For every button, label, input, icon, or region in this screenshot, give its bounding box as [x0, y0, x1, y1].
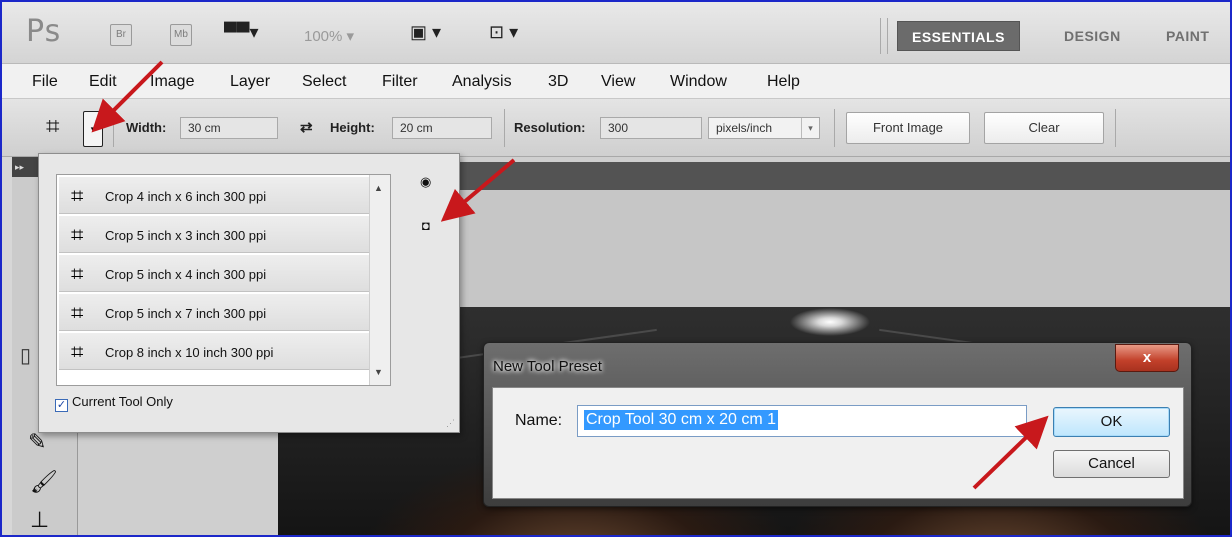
screenshot-frame: Ps Br Mb ▀▀▾ 100% ▾ ▣ ▾ ⊡ ▾ ESSENTIALS D… — [0, 0, 1232, 537]
brush-tool-icon[interactable]: 🖌 — [30, 469, 58, 495]
ok-button[interactable]: OK — [1053, 407, 1170, 437]
cancel-button[interactable]: Cancel — [1053, 450, 1170, 478]
close-button[interactable]: x — [1115, 344, 1179, 372]
zoom-level-value: 100% — [304, 28, 343, 45]
width-label: Width: — [126, 120, 167, 135]
tool-preset-picker-button[interactable]: ▾ — [83, 111, 103, 147]
workspace-design-button[interactable]: DESIGN — [1050, 21, 1135, 51]
chevron-down-icon: ▾ — [801, 118, 819, 138]
list-item[interactable]: ⌗ Crop 8 inch x 10 inch 300 ppi — [59, 333, 369, 370]
menu-image[interactable]: Image — [150, 73, 194, 91]
menu-layer[interactable]: Layer — [230, 73, 270, 91]
clone-stamp-icon[interactable]: ⊥ — [30, 507, 49, 533]
width-input[interactable]: 30 cm — [180, 117, 278, 139]
resolution-unit-value: pixels/inch — [716, 121, 773, 135]
workspace-essentials-button[interactable]: ESSENTIALS — [897, 21, 1020, 51]
menu-bar: File Edit Image Layer Select Filter Anal… — [2, 64, 1230, 99]
dialog-title: New Tool Preset — [493, 358, 602, 375]
resolution-unit-select[interactable]: pixels/inch ▾ — [708, 117, 820, 139]
resolution-input[interactable]: 300 — [600, 117, 702, 139]
menu-select[interactable]: Select — [302, 73, 346, 91]
resolution-label: Resolution: — [514, 120, 586, 135]
menu-file[interactable]: File — [32, 73, 58, 91]
list-item[interactable]: ⌗ Crop 5 inch x 3 inch 300 ppi — [59, 216, 369, 253]
clear-button[interactable]: Clear — [984, 112, 1104, 144]
preset-label: Crop 5 inch x 7 inch 300 ppi — [105, 306, 267, 321]
menu-3d[interactable]: 3D — [548, 73, 568, 91]
photoshop-logo: Ps — [26, 14, 62, 49]
current-tool-only-checkbox[interactable]: ✓ Current Tool Only — [55, 394, 173, 412]
new-preset-icon[interactable]: ◘ — [422, 218, 430, 233]
list-item[interactable]: ⌗ Crop 5 inch x 7 inch 300 ppi — [59, 294, 369, 331]
options-divider — [113, 109, 114, 147]
zoom-level-select[interactable]: 100% ▾ — [304, 27, 354, 45]
menu-window[interactable]: Window — [670, 73, 727, 91]
workspace-paint-button[interactable]: PAINT — [1152, 21, 1223, 51]
menu-help[interactable]: Help — [767, 73, 800, 91]
options-divider — [834, 109, 835, 147]
scroll-down-icon[interactable]: ▼ — [374, 367, 383, 377]
menu-edit[interactable]: Edit — [89, 73, 117, 91]
front-image-button[interactable]: Front Image — [846, 112, 970, 144]
resize-grip-icon[interactable]: ⋰ — [446, 418, 455, 429]
swap-arrows-icon[interactable]: ⇄ — [300, 118, 313, 136]
preset-list: ⌗ Crop 4 inch x 6 inch 300 ppi ⌗ Crop 5 … — [56, 174, 391, 386]
crop-icon: ⌗ — [71, 300, 84, 325]
preset-label: Crop 8 inch x 10 inch 300 ppi — [105, 345, 274, 360]
preset-label: Crop 5 inch x 4 inch 300 ppi — [105, 267, 267, 282]
checkbox-check-icon: ✓ — [55, 399, 68, 412]
screen-mode-icon[interactable]: ⊡ ▾ — [489, 22, 518, 43]
menu-analysis[interactable]: Analysis — [452, 73, 512, 91]
mini-bridge-button[interactable]: Mb — [170, 24, 192, 46]
arrange-documents-icon[interactable]: ▣ ▾ — [410, 22, 441, 43]
preset-label: Crop 4 inch x 6 inch 300 ppi — [105, 189, 267, 204]
scroll-up-icon[interactable]: ▲ — [374, 183, 383, 193]
height-label: Height: — [330, 120, 375, 135]
options-divider — [504, 109, 505, 147]
crop-icon: ⌗ — [71, 261, 84, 286]
options-divider — [1115, 109, 1116, 147]
preset-label: Crop 5 inch x 3 inch 300 ppi — [105, 228, 267, 243]
panel-menu-icon[interactable]: ◉ — [420, 174, 431, 190]
crop-icon: ⌗ — [71, 339, 84, 364]
menu-filter[interactable]: Filter — [382, 73, 418, 91]
height-input[interactable]: 20 cm — [392, 117, 492, 139]
options-bar: ⌗ ▾ Width: 30 cm ⇄ Height: 20 cm Resolut… — [2, 99, 1230, 157]
tool-slot-icon[interactable]: ▯ — [20, 343, 31, 368]
current-tool-only-label: Current Tool Only — [72, 394, 173, 409]
list-item[interactable]: ⌗ Crop 4 inch x 6 inch 300 ppi — [59, 177, 369, 214]
preset-list-scrollbar[interactable]: ▲ ▼ — [369, 175, 390, 385]
name-input-value: Crop Tool 30 cm x 20 cm 1 — [584, 410, 779, 430]
menu-view[interactable]: View — [601, 73, 635, 91]
crop-icon: ⌗ — [71, 222, 84, 247]
view-extras-icon[interactable]: ▀▀▾ — [224, 22, 259, 43]
tool-preset-panel: ⌗ Crop 4 inch x 6 inch 300 ppi ⌗ Crop 5 … — [38, 153, 460, 433]
appbar-divider — [880, 18, 888, 54]
tools-panel-header[interactable]: ▸▸ — [12, 157, 38, 177]
bridge-button[interactable]: Br — [110, 24, 132, 46]
name-label: Name: — [515, 412, 563, 429]
name-input[interactable]: Crop Tool 30 cm x 20 cm 1 — [577, 405, 1027, 437]
crop-icon: ⌗ — [71, 183, 84, 208]
application-bar: Ps Br Mb ▀▀▾ 100% ▾ ▣ ▾ ⊡ ▾ ESSENTIALS D… — [2, 2, 1230, 64]
list-item[interactable]: ⌗ Crop 5 inch x 4 inch 300 ppi — [59, 255, 369, 292]
crop-icon: ⌗ — [46, 113, 60, 140]
dialog-body: Name: Crop Tool 30 cm x 20 cm 1 OK Cance… — [492, 387, 1184, 499]
new-tool-preset-dialog: New Tool Preset x Name: Crop Tool 30 cm … — [483, 342, 1192, 507]
